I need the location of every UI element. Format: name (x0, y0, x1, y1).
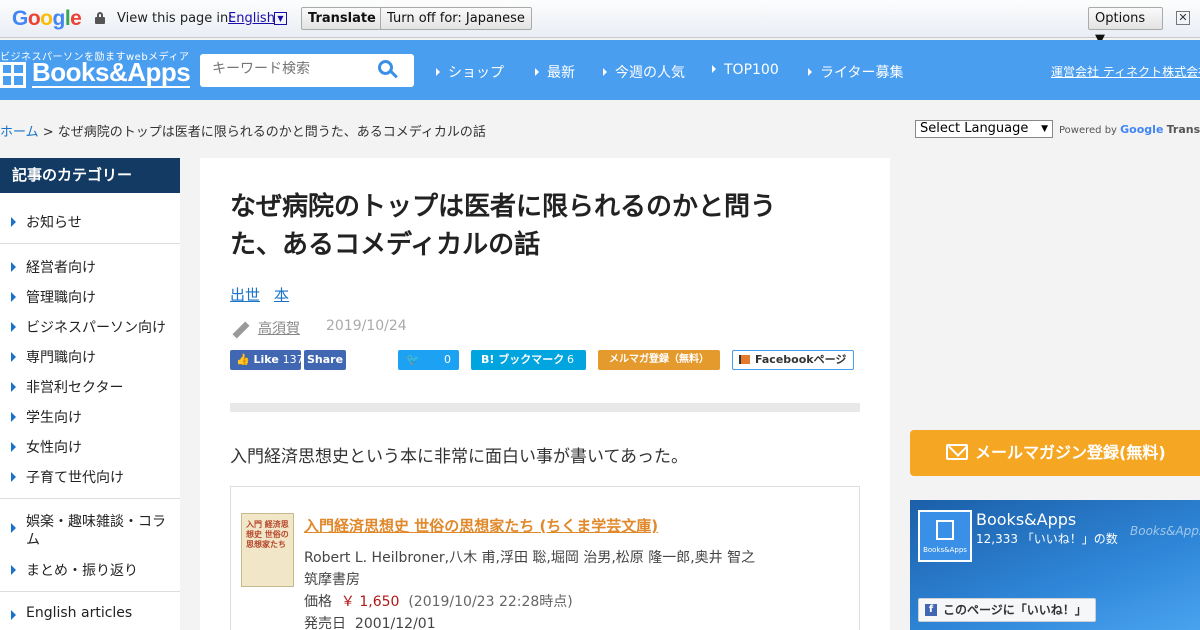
page-like-count: 12,333 「いいね！」の数 (976, 532, 1118, 546)
divider (0, 498, 180, 499)
breadcrumb-current: なぜ病院のトップは医者に限られるのかと問うた、あるコメディカルの話 (57, 125, 486, 140)
turn-off-button[interactable]: Turn off for: Japanese (380, 7, 532, 30)
lock-icon (95, 12, 105, 24)
hatena-bookmark-button[interactable]: B! ブックマーク 6 (471, 350, 586, 370)
mailmag-button[interactable]: メルマガ登録（無料） (598, 350, 720, 370)
sidebar-title: 記事のカテゴリー (0, 158, 180, 193)
author-link[interactable]: 高須賀 (258, 318, 300, 338)
caret-right-icon (11, 472, 16, 482)
tag-link[interactable]: 本 (274, 286, 289, 304)
caret-right-icon (603, 68, 607, 76)
twitter-icon: 🐦 (406, 353, 420, 366)
chevron-down-icon: ▼ (1041, 124, 1048, 134)
nav-weekly-popular[interactable]: 今週の人気 (603, 62, 685, 82)
like-page-button[interactable]: f このページに「いいね！」 (918, 598, 1096, 622)
book-card: 入門 経済思想史 世俗の 思想家たち 入門経済思想史 世俗の思想家たち (ちくま… (230, 486, 860, 630)
caret-right-icon (11, 382, 16, 392)
cover-watermark: Books&Apps (1130, 524, 1200, 538)
sidebar-item-executives[interactable]: 経営者向け (0, 257, 180, 277)
google-logo: Google (12, 7, 82, 30)
divider (0, 243, 180, 244)
page-name-link[interactable]: Books&Apps (976, 510, 1076, 529)
language-link[interactable]: English (228, 11, 275, 26)
caret-right-icon (11, 565, 16, 575)
translate-button[interactable]: Translate (301, 7, 383, 30)
powered-by-google: Powered by Google Translate (1059, 123, 1200, 136)
facebook-like-button[interactable]: 👍 Like 137 (230, 350, 304, 370)
breadcrumb: ホーム > なぜ病院のトップは医者に限られるのかと問うた、あるコメディカルの話 (0, 125, 486, 140)
caret-right-icon (11, 412, 16, 422)
search-icon[interactable] (378, 60, 398, 80)
article: なぜ病院のトップは医者に限られるのかと問う た、あるコメディカルの話 出世本 高… (200, 158, 890, 630)
options-button[interactable]: Options ▼ (1088, 7, 1163, 47)
sidebar-item-nonprofit[interactable]: 非営利セクター (0, 377, 180, 397)
search-input[interactable] (212, 61, 372, 77)
caret-right-icon (535, 68, 539, 76)
caret-right-icon (11, 262, 16, 272)
facebook-page-widget: Books&Apps Books&Apps 12,333 「いいね！」の数 Bo… (910, 500, 1200, 630)
nav-writer-recruit[interactable]: ライター募集 (808, 62, 903, 82)
facebook-page-button[interactable]: Facebookページ (732, 350, 854, 370)
site-header: ビジネスパーソンを励ますwebメディア Books&Apps ショップ 最新 今… (0, 40, 1200, 100)
book-cover-image[interactable]: 入門 経済思想史 世俗の 思想家たち (241, 513, 294, 587)
publish-date: 2019/10/24 (326, 318, 407, 334)
facebook-share-button[interactable]: Share (304, 350, 346, 370)
nav-shop[interactable]: ショップ (436, 62, 504, 82)
article-title: なぜ病院のトップは医者に限られるのかと問う た、あるコメディカルの話 (230, 192, 777, 260)
sidebar-item-students[interactable]: 学生向け (0, 407, 180, 427)
tag-link[interactable]: 出世 (230, 286, 260, 304)
sidebar-item-managers[interactable]: 管理職向け (0, 287, 180, 307)
book-title-link[interactable]: 入門経済思想史 世俗の思想家たち (ちくま学芸文庫) (304, 515, 658, 536)
close-icon[interactable]: ✕ (1176, 11, 1190, 25)
language-select[interactable]: Select Language ▼ (915, 120, 1053, 138)
facebook-icon: f (925, 604, 937, 616)
book-publisher: 筑摩書房 (304, 572, 360, 588)
sidebar-item-specialists[interactable]: 専門職向け (0, 347, 180, 367)
site-logo[interactable]: Books&Apps (32, 58, 191, 88)
nav-top100[interactable]: TOP100 (712, 62, 779, 78)
book-price: 価格 ￥ 1,650 (2019/10/23 22:28時点) (304, 594, 573, 610)
flag-icon (739, 355, 750, 364)
breadcrumb-home[interactable]: ホーム (0, 125, 39, 140)
view-page-text: View this page in: (117, 11, 233, 26)
sidebar-item-business[interactable]: ビジネスパーソン向け (0, 317, 180, 337)
pencil-icon (232, 321, 250, 339)
page-avatar[interactable]: Books&Apps (918, 510, 972, 562)
google-translate-bar: Google View this page in: English ▼ Tran… (0, 0, 1200, 47)
sidebar-item-news[interactable]: お知らせ (0, 212, 180, 232)
caret-right-icon (11, 292, 16, 302)
mail-icon (946, 444, 968, 460)
divider (0, 591, 180, 592)
caret-right-icon (11, 610, 16, 620)
caret-right-icon (11, 523, 16, 533)
mailmagazine-signup-button[interactable]: メールマガジン登録(無料) (910, 430, 1200, 476)
caret-right-icon (11, 217, 16, 227)
sidebar-item-english[interactable]: English articles (0, 605, 180, 621)
caret-right-icon (11, 442, 16, 452)
nav-latest[interactable]: 最新 (535, 62, 575, 82)
twitter-button[interactable]: 🐦 0 (398, 350, 459, 370)
caret-right-icon (808, 68, 812, 76)
caret-right-icon (11, 352, 16, 362)
sidebar-item-women[interactable]: 女性向け (0, 437, 180, 457)
sidebar-item-summary[interactable]: まとめ・振り返り (0, 560, 180, 580)
divider-bar (230, 403, 860, 412)
caret-right-icon (436, 68, 440, 76)
article-lead: 入門経済思想史という本に非常に面白い事が書いてあった。 (230, 447, 688, 467)
category-sidebar: 記事のカテゴリー お知らせ 経営者向け 管理職向け ビジネスパーソン向け 専門職… (0, 158, 180, 630)
logo-icon[interactable] (0, 62, 26, 88)
chevron-down-icon[interactable]: ▼ (274, 12, 287, 25)
sidebar-item-parents[interactable]: 子育て世代向け (0, 467, 180, 487)
caret-right-icon (712, 65, 716, 73)
sidebar-item-entertainment[interactable]: 娯楽・趣味雑談・コラム (0, 513, 172, 549)
book-authors: Robert L. Heilbroner,八木 甫,浮田 聡,堀岡 治男,松原 … (304, 550, 756, 566)
company-link[interactable]: 運営会社 ティネクト株式会社 (1051, 63, 1200, 80)
article-tags: 出世本 (230, 284, 303, 305)
book-release: 発売日 2001/12/01 (304, 616, 436, 630)
caret-right-icon (11, 322, 16, 332)
